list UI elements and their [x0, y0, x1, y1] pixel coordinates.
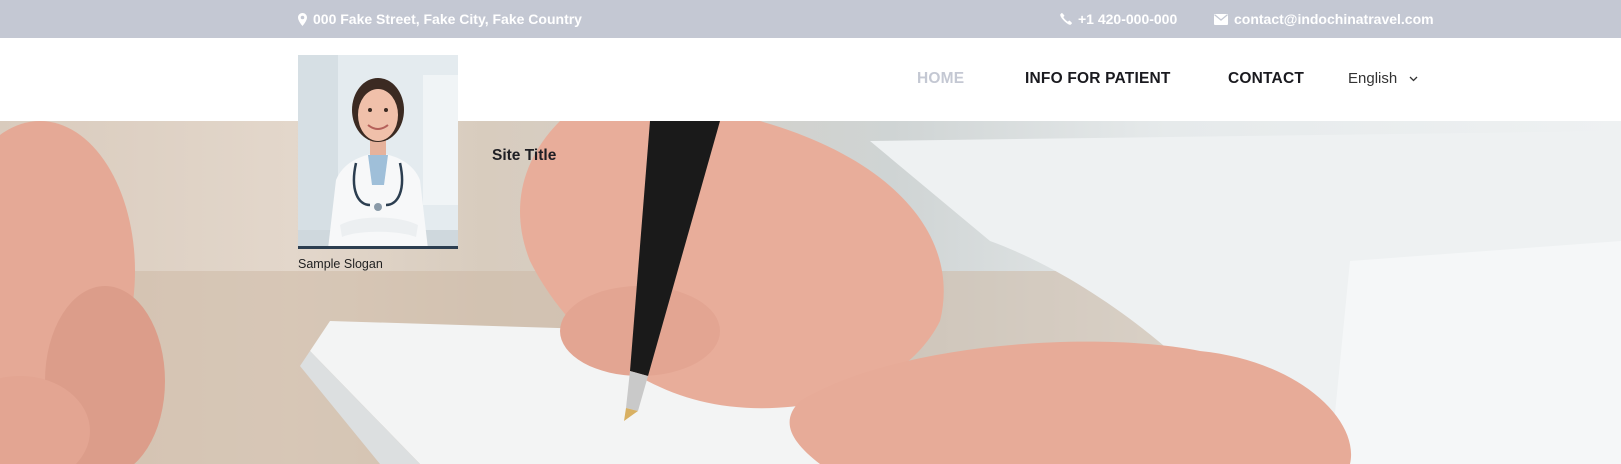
nav-contact-link[interactable]: CONTACT — [1228, 70, 1304, 88]
top-info-bar: 000 Fake Street, Fake City, Fake Country… — [0, 0, 1621, 38]
map-marker-icon — [298, 12, 307, 26]
phone-info[interactable]: +1 420-000-000 — [1060, 11, 1177, 27]
phone-text[interactable]: +1 420-000-000 — [1078, 11, 1177, 27]
nav-home-link[interactable]: HOME — [917, 70, 964, 88]
hero-image — [0, 121, 1621, 464]
email-text[interactable]: contact@indochinatravel.com — [1234, 11, 1434, 27]
language-label: English — [1348, 70, 1398, 87]
site-slogan: Sample Slogan — [298, 257, 383, 271]
address-text: 000 Fake Street, Fake City, Fake Country — [313, 11, 582, 27]
address-info: 000 Fake Street, Fake City, Fake Country — [298, 11, 582, 27]
chevron-down-icon — [1409, 76, 1418, 82]
site-header: HOME INFO FOR PATIENT CONTACT English — [0, 38, 1621, 121]
site-logo[interactable] — [298, 55, 458, 249]
envelope-icon — [1214, 13, 1228, 25]
nav-info-for-patient-link[interactable]: INFO FOR PATIENT — [1025, 70, 1171, 88]
site-title[interactable]: Site Title — [492, 147, 556, 165]
language-selector[interactable]: English — [1348, 70, 1418, 87]
phone-icon — [1060, 13, 1072, 25]
email-info[interactable]: contact@indochinatravel.com — [1214, 11, 1434, 27]
